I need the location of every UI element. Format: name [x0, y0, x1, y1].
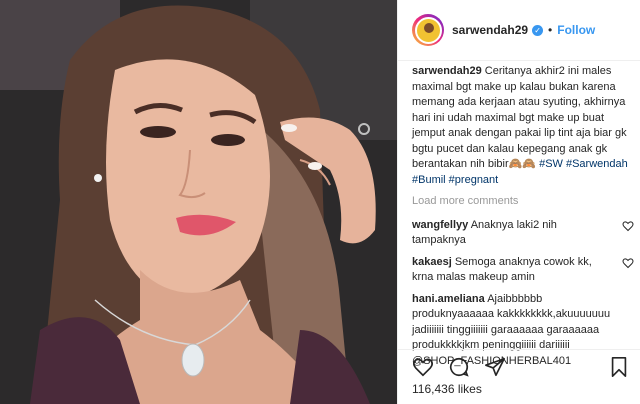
post-photo[interactable] — [0, 0, 397, 404]
likes-count[interactable]: 116,436 likes — [412, 382, 482, 396]
comment-item: wangfellyy Anaknya laki2 nih tampaknya — [412, 218, 634, 249]
header-separator: • — [548, 23, 553, 37]
selfie-image — [0, 0, 397, 404]
share-icon[interactable] — [484, 356, 506, 378]
bookmark-icon[interactable] — [608, 356, 630, 378]
comments-section: sarwendah29 Ceritanya akhir2 ini males m… — [412, 64, 634, 375]
comment-item: kakaesj Semoga anaknya cowok kk, krna ma… — [412, 255, 634, 286]
post-header: sarwendah29 ✓ • Follow — [398, 0, 640, 61]
avatar[interactable] — [414, 16, 442, 44]
header-username[interactable]: sarwendah29 — [452, 23, 528, 37]
comment-icon[interactable] — [448, 356, 470, 378]
verified-badge-icon: ✓ — [532, 24, 544, 36]
comment-username[interactable]: wangfellyy — [412, 219, 468, 231]
load-more-comments-button[interactable]: Load more comments — [412, 194, 634, 210]
instagram-post: sarwendah29 ✓ • Follow sarwendah29 Cerit… — [0, 0, 640, 404]
comment-username[interactable]: hani.ameliana — [412, 293, 485, 305]
caption-text: Ceritanya akhir2 ini males maximal bgt m… — [412, 65, 627, 170]
actions-divider — [398, 349, 640, 350]
caption-username[interactable]: sarwendah29 — [412, 65, 482, 77]
like-comment-heart-icon[interactable] — [622, 220, 634, 232]
caption: sarwendah29 Ceritanya akhir2 ini males m… — [412, 64, 634, 188]
post-actions — [412, 356, 520, 378]
avatar-story-ring[interactable] — [412, 14, 444, 46]
comment-username[interactable]: kakaesj — [412, 256, 452, 268]
heart-icon[interactable] — [412, 356, 434, 378]
like-comment-heart-icon[interactable] — [622, 257, 634, 269]
post-sidebar: sarwendah29 ✓ • Follow sarwendah29 Cerit… — [397, 0, 640, 404]
follow-button[interactable]: Follow — [557, 23, 595, 37]
